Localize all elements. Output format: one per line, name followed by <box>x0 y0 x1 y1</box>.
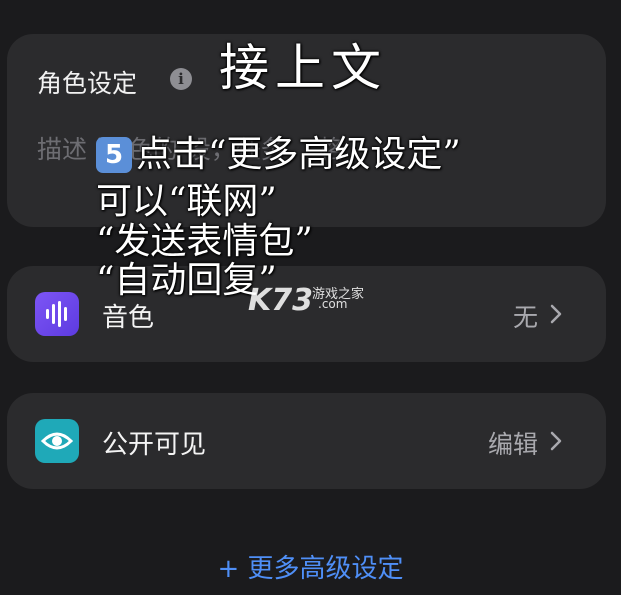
public-visibility-row[interactable]: 公开可见 编辑 <box>7 393 606 489</box>
waveform-icon <box>35 292 79 336</box>
more-advanced-settings-link[interactable]: + 更多高级设定 <box>0 548 621 585</box>
role-settings-title: 角色设定 <box>37 69 138 98</box>
info-icon[interactable]: i <box>170 68 192 90</box>
watermark-domain: .com <box>318 297 348 311</box>
eye-icon <box>35 419 79 463</box>
overlay-line-1-text: 点击“更多高级设定” <box>136 134 461 175</box>
number-five-keycap: 5 <box>96 137 132 173</box>
chevron-right-icon <box>550 431 562 451</box>
overlay-line-1: 5 点击“更多高级设定” <box>96 125 461 177</box>
svg-text:K73: K73 <box>248 283 313 318</box>
public-visibility-label: 公开可见 <box>102 430 207 460</box>
public-visibility-value: 编辑 <box>487 430 538 459</box>
voice-value: 无 <box>512 303 538 332</box>
chevron-right-icon <box>550 304 562 324</box>
overlay-title: 接上文 <box>219 39 387 97</box>
